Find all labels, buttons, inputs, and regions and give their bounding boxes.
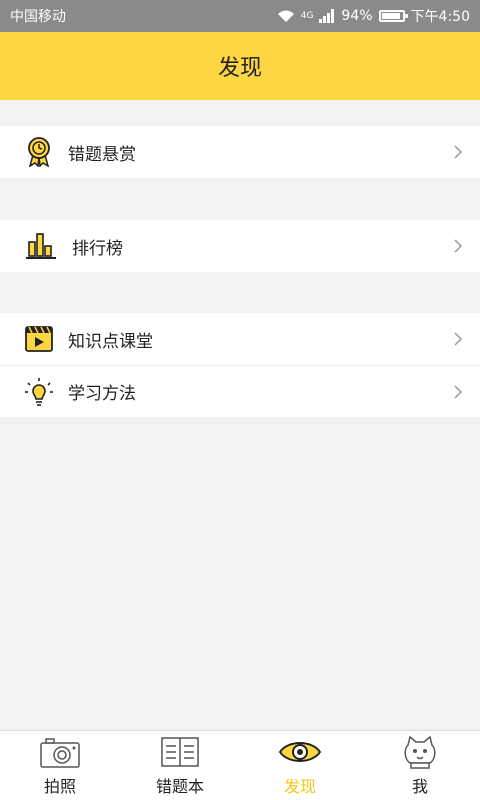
status-bar: 中国移动 4G 94% 下午4:50 <box>0 0 480 32</box>
book-icon <box>161 736 199 767</box>
camera-icon <box>40 737 80 768</box>
chevron-right-icon <box>454 332 463 346</box>
clock: 下午4:50 <box>410 9 470 25</box>
network-type: 4G <box>300 11 314 21</box>
tab-photo[interactable]: 拍照 <box>0 731 120 800</box>
tab-discover[interactable]: 发现 <box>240 731 360 800</box>
menu-group-1: 错题悬赏 <box>0 126 480 178</box>
carrier-label: 中国移动 <box>10 9 66 25</box>
cat-avatar-icon <box>404 735 436 769</box>
chevron-right-icon <box>454 145 463 159</box>
battery-percent: 94% <box>341 8 373 24</box>
menu-item-label: 知识点课堂 <box>68 331 153 352</box>
signal-icon <box>319 9 335 23</box>
tab-label: 错题本 <box>155 776 204 796</box>
wifi-icon <box>277 10 294 22</box>
lightbulb-icon <box>24 377 54 407</box>
menu-item-label: 学习方法 <box>68 384 136 404</box>
page-title: 发现 <box>217 56 262 81</box>
chevron-right-icon <box>454 239 463 253</box>
bottom-tab-bar: 拍照 错题本 发现 我 <box>0 730 480 800</box>
menu-item-label: 错题悬赏 <box>68 144 136 165</box>
battery-icon <box>378 10 408 22</box>
menu-group-2: 排行榜 <box>0 220 480 272</box>
video-play-icon <box>24 324 54 354</box>
tab-label: 我 <box>411 776 428 796</box>
award-ribbon-icon <box>24 137 54 167</box>
chevron-right-icon <box>454 384 463 399</box>
tab-wrongbook[interactable]: 错题本 <box>120 731 240 800</box>
tab-label: 拍照 <box>43 776 76 796</box>
eye-icon <box>278 741 322 762</box>
menu-item-bounty[interactable]: 错题悬赏 <box>0 126 480 178</box>
menu-item-knowledge-class[interactable]: 知识点课堂 <box>0 313 480 365</box>
status-right: 4G 94% 下午4:50 <box>277 6 470 26</box>
menu-item-study-methods[interactable]: 学习方法 <box>0 365 480 417</box>
menu-item-leaderboard[interactable]: 排行榜 <box>0 220 480 272</box>
tab-me[interactable]: 我 <box>360 731 480 800</box>
bar-chart-icon <box>24 231 58 261</box>
menu-group-3: 知识点课堂 学习方法 <box>0 313 480 417</box>
tab-label: 发现 <box>283 776 316 796</box>
app-header: 发现 <box>0 32 480 100</box>
menu-item-label: 排行榜 <box>72 238 123 259</box>
